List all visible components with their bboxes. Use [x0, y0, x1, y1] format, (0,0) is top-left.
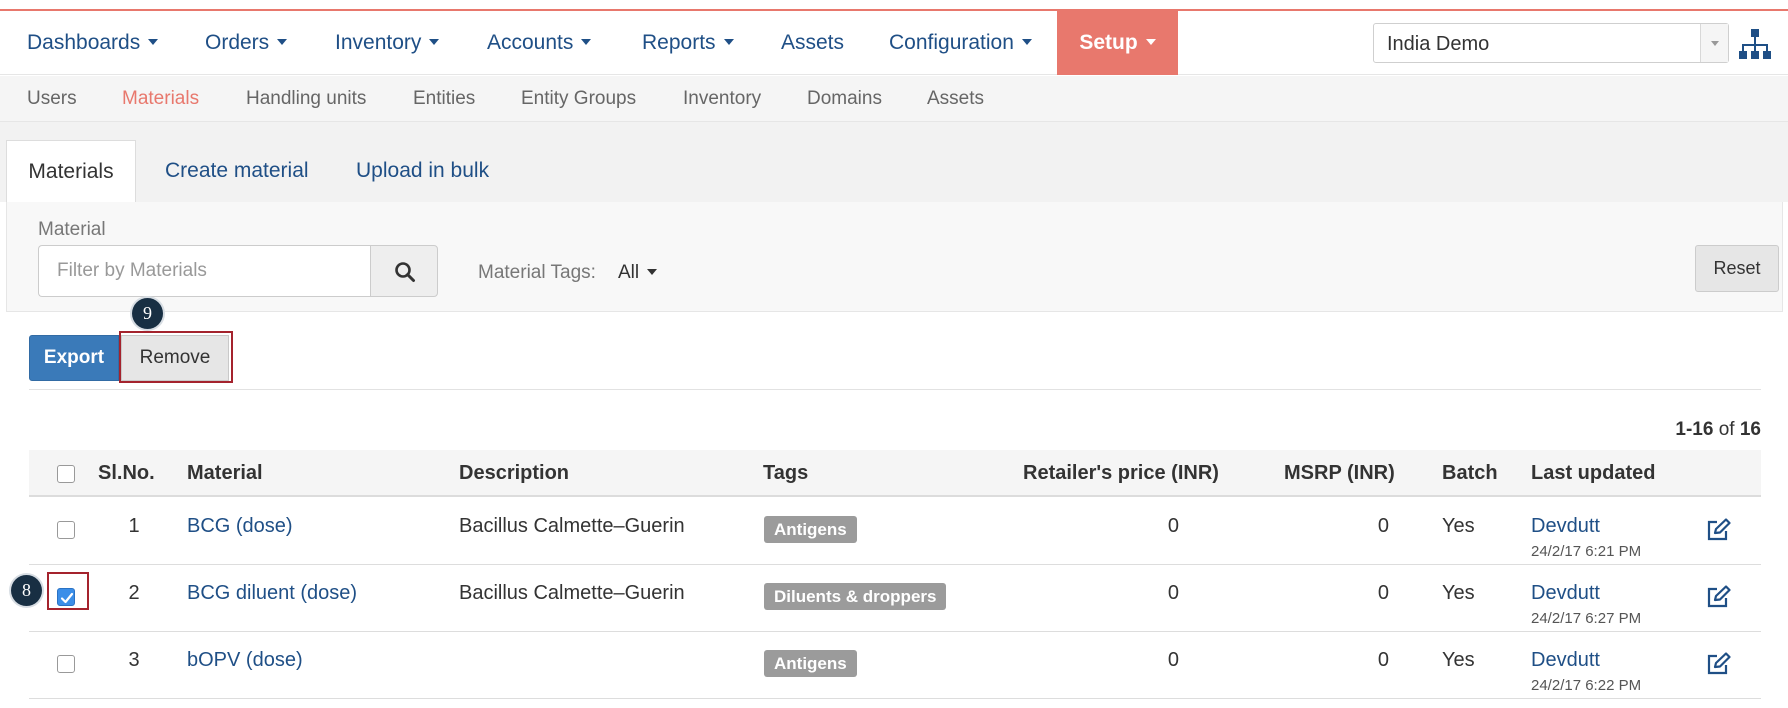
subnav-handling-units[interactable]: Handling units: [246, 76, 366, 122]
row-slno: 2: [128, 582, 140, 604]
row-updated-time: 24/2/17 6:27 PM: [1531, 610, 1642, 627]
nav-configuration[interactable]: Configuration: [889, 11, 1032, 75]
caret-down-icon: [429, 39, 440, 46]
chevron-down-icon: [1711, 41, 1719, 46]
hierarchy-icon[interactable]: [1738, 27, 1772, 61]
caret-down-icon: [148, 39, 159, 46]
caret-down-icon: [647, 268, 658, 275]
nav-reports[interactable]: Reports: [642, 11, 734, 75]
row-updated-time: 24/2/17 6:21 PM: [1531, 543, 1642, 560]
edit-icon[interactable]: [1706, 518, 1732, 542]
search-button[interactable]: [370, 245, 438, 297]
row-batch: Yes: [1442, 515, 1475, 537]
subnav-users[interactable]: Users: [27, 76, 77, 122]
tab-upload-in-bulk[interactable]: Upload in bulk: [356, 140, 489, 202]
tab-create-material[interactable]: Create material: [165, 140, 309, 202]
row-material-link[interactable]: bOPV (dose): [187, 649, 303, 672]
row-retailer-price: 0: [1167, 582, 1179, 604]
col-batch: Batch: [1442, 462, 1498, 484]
main-nav: Dashboards Orders Inventory Accounts Rep…: [0, 11, 1788, 75]
callout-badge-remove: 9: [132, 298, 163, 329]
row-material-link[interactable]: BCG diluent (dose): [187, 582, 357, 605]
col-msrp: MSRP (INR): [1284, 462, 1395, 484]
row-retailer-price: 0: [1167, 515, 1179, 537]
col-last-updated: Last updated: [1531, 462, 1656, 484]
row-msrp: 0: [1377, 649, 1389, 671]
row-msrp: 0: [1377, 582, 1389, 604]
table-header: Sl.No. Material Description Tags Retaile…: [29, 450, 1761, 497]
export-button[interactable]: Export: [29, 335, 119, 381]
nav-assets[interactable]: Assets: [781, 11, 844, 75]
subnav-inventory[interactable]: Inventory: [683, 76, 761, 122]
caret-down-icon: [723, 39, 734, 46]
nav-inventory[interactable]: Inventory: [335, 11, 440, 75]
nav-setup[interactable]: Setup: [1057, 11, 1178, 75]
row-checkbox[interactable]: [57, 655, 75, 673]
subnav-assets[interactable]: Assets: [927, 76, 984, 122]
caret-down-icon: [277, 39, 288, 46]
row-checkbox-checked[interactable]: [57, 588, 75, 606]
callout-badge-checkbox: 8: [11, 575, 42, 606]
reset-button[interactable]: Reset: [1695, 245, 1779, 292]
sub-nav: Users Materials Handling units Entities …: [0, 76, 1788, 122]
table-row: 3 bOPV (dose) Antigens 0 0 Yes Devdutt 2…: [29, 632, 1761, 699]
nav-accounts[interactable]: Accounts: [487, 11, 592, 75]
domain-select-arrow[interactable]: [1700, 24, 1728, 62]
row-description: Bacillus Calmette–Guerin: [459, 515, 685, 537]
row-tag-badge: Antigens: [764, 650, 857, 677]
caret-down-icon: [581, 39, 592, 46]
caret-down-icon: [1021, 39, 1032, 46]
domain-select[interactable]: India Demo: [1373, 23, 1729, 63]
col-slno: Sl.No.: [98, 462, 155, 484]
filter-panel: Material Material Tags: All Reset: [6, 202, 1783, 312]
caret-down-icon: [1145, 39, 1156, 46]
tab-materials[interactable]: Materials: [6, 140, 136, 202]
divider: [29, 389, 1761, 390]
filter-label: Material: [38, 219, 106, 240]
row-description: Bacillus Calmette–Guerin: [459, 582, 685, 604]
col-material: Material: [187, 462, 263, 484]
edit-icon[interactable]: [1706, 585, 1732, 609]
row-updated-time: 24/2/17 6:22 PM: [1531, 677, 1642, 694]
edit-icon[interactable]: [1706, 652, 1732, 676]
row-slno: 3: [128, 649, 140, 671]
subnav-entities[interactable]: Entities: [413, 76, 475, 122]
row-retailer-price: 0: [1167, 649, 1179, 671]
row-tag-badge: Antigens: [764, 516, 857, 543]
material-filter-input[interactable]: [38, 245, 371, 297]
row-batch: Yes: [1442, 649, 1475, 671]
tab-strip: Materials Create material Upload in bulk: [0, 122, 1788, 202]
subnav-domains[interactable]: Domains: [807, 76, 882, 122]
row-tag-badge: Diluents & droppers: [764, 583, 947, 610]
row-material-link[interactable]: BCG (dose): [187, 515, 293, 538]
row-checkbox[interactable]: [57, 521, 75, 539]
row-updated-by-link[interactable]: Devdutt: [1531, 515, 1600, 538]
subnav-materials[interactable]: Materials: [122, 76, 199, 122]
table-row: 1 BCG (dose) Bacillus Calmette–Guerin An…: [29, 498, 1761, 565]
search-icon: [395, 262, 415, 282]
nav-dashboards[interactable]: Dashboards: [27, 11, 159, 75]
nav-orders[interactable]: Orders: [205, 11, 288, 75]
col-description: Description: [459, 462, 570, 484]
row-msrp: 0: [1377, 515, 1389, 537]
row-updated-by-link[interactable]: Devdutt: [1531, 582, 1600, 605]
subnav-entity-groups[interactable]: Entity Groups: [521, 76, 636, 122]
col-retailer-price: Retailer's price (INR): [1023, 462, 1219, 484]
table-row: 2 BCG diluent (dose) Bacillus Calmette–G…: [29, 565, 1761, 632]
row-batch: Yes: [1442, 582, 1475, 604]
material-tags-label: Material Tags:: [478, 262, 596, 283]
pagination-info: 1-16 of 16: [1675, 419, 1761, 440]
col-tags: Tags: [763, 462, 809, 484]
row-slno: 1: [128, 515, 140, 537]
row-updated-by-link[interactable]: Devdutt: [1531, 649, 1600, 672]
checkmark-icon: [60, 592, 74, 604]
remove-button[interactable]: Remove: [121, 335, 229, 381]
material-tags-dropdown[interactable]: All: [618, 262, 658, 284]
domain-select-value: India Demo: [1387, 33, 1490, 55]
select-all-checkbox[interactable]: [57, 465, 75, 483]
